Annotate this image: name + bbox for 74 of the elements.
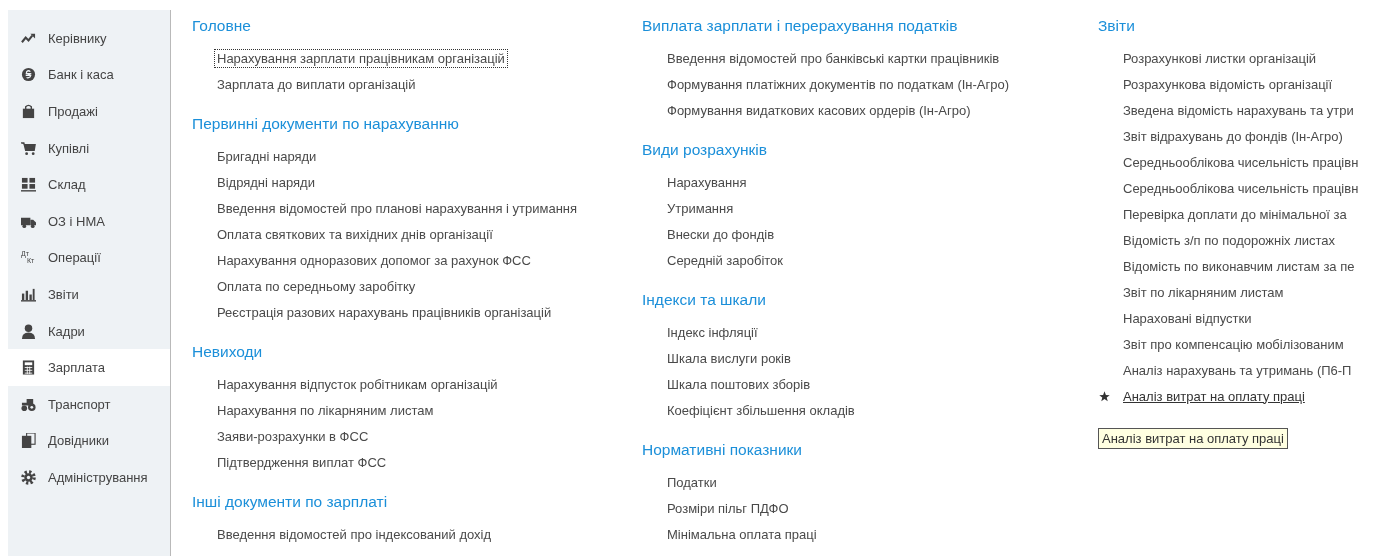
menu-link[interactable]: Звіт про компенсацію мобілізованим xyxy=(1120,334,1347,354)
menu-link[interactable]: Нарахування відпусток робітникам організацій xyxy=(214,374,501,394)
section-title: Інші документи по зарплаті xyxy=(192,492,389,512)
section-title: Індекси та шкали xyxy=(642,290,767,310)
menu-link[interactable]: Нарахування по лікарняним листам xyxy=(214,400,437,420)
menu-link[interactable]: Коефіцієнт збільшення окладів xyxy=(664,400,858,420)
menu-link[interactable]: Оплата по середньому заробітку xyxy=(214,276,419,296)
menu-link[interactable]: Середньооблікова чисельність працівн xyxy=(1120,178,1362,198)
menu-link[interactable]: Внески до фондів xyxy=(664,224,778,244)
sidebar-item[interactable]: Адміністрування xyxy=(8,459,170,496)
menu-link[interactable]: Введення відомостей про індексований дохід xyxy=(214,524,495,544)
section-title: Нормативні показники xyxy=(642,440,804,460)
menu-link[interactable]: Нарахування xyxy=(664,172,750,192)
menu-link[interactable]: Заяви-розрахунки в ФСС xyxy=(214,426,372,446)
calculator-icon xyxy=(21,360,36,376)
section-title: Невиходи xyxy=(192,342,264,362)
coin-icon xyxy=(21,67,36,83)
menu-link[interactable]: Шкала поштових зборів xyxy=(664,374,814,394)
section-title: Первинні документи по нарахуванню xyxy=(192,114,460,134)
menu-link[interactable]: Відомість по виконавчим листам за пе xyxy=(1120,256,1358,276)
sidebar-item[interactable]: Довідники xyxy=(8,422,170,460)
menu-link[interactable]: Зарплата до виплати організацій xyxy=(214,74,419,94)
menu-link[interactable]: Утримання xyxy=(664,198,737,218)
menu-link[interactable]: Нарахування одноразових допомог за рахунок ФСС xyxy=(214,250,534,270)
menu-link[interactable]: Розрахункова відомість організації xyxy=(1120,74,1336,94)
menu-link[interactable]: Нарахування зарплати працівникам організацій xyxy=(214,48,508,68)
menu-link[interactable]: Аналіз витрат на оплату праці xyxy=(1120,386,1308,406)
menu-link[interactable]: Звіт по лікарняним листам xyxy=(1120,282,1287,302)
menu-link[interactable]: Перевірка доплати до мінімальної за xyxy=(1120,204,1350,224)
sidebar-item[interactable]: Кадри xyxy=(8,312,170,350)
sidebar-item[interactable]: Керівнику xyxy=(8,20,170,57)
menu-link[interactable]: Аналіз нарахувань та утримань (П6-П xyxy=(1120,360,1355,380)
sidebar-item[interactable]: Банк і каса xyxy=(8,56,170,94)
sidebar-item[interactable]: Звіти xyxy=(8,276,170,313)
menu-link[interactable]: Шкала вислуги років xyxy=(664,348,794,368)
sidebar-item[interactable]: Склад xyxy=(8,166,170,203)
menu-link[interactable]: Мінімальна оплата праці xyxy=(664,524,820,544)
documents-icon xyxy=(21,433,36,449)
menu-link[interactable]: Податки xyxy=(664,472,720,492)
menu-link[interactable]: Відомість з/п по подорожніх листах xyxy=(1120,230,1339,250)
section-title: Головне xyxy=(192,16,252,36)
tractor-icon xyxy=(21,396,36,412)
tooltip: Аналіз витрат на оплату праці xyxy=(1098,428,1288,449)
menu-link[interactable]: Підтвердження виплат ФСС xyxy=(214,452,390,472)
menu-link[interactable]: Відрядні наряди xyxy=(214,172,318,192)
menu-link[interactable]: Середньооблікова чисельність працівн xyxy=(1120,152,1362,172)
menu-link[interactable]: Звіт відрахувань до фондів (Ін-Агро) xyxy=(1120,126,1346,146)
menu-link[interactable]: Формування платіжних документів по податкам (Ін-Агро) xyxy=(664,74,1013,94)
menu-link[interactable]: Розрахункові листки організацій xyxy=(1120,48,1320,68)
menu-link[interactable]: Реєстрація разових нарахувань працівників організацій xyxy=(214,302,555,322)
menu-link[interactable]: Середній заробіток xyxy=(664,250,787,270)
person-icon xyxy=(21,323,36,339)
sidebar-item[interactable]: Купівлі xyxy=(8,129,170,167)
sidebar-item[interactable]: Продажі xyxy=(8,93,170,130)
bar-chart-icon xyxy=(21,286,36,302)
menu-link[interactable]: Формування видаткових касових ордерів (Ін-Агро) xyxy=(664,100,974,120)
section-title: Виплата зарплати і перерахування податків xyxy=(642,16,959,36)
cart-icon xyxy=(21,140,36,156)
menu-link[interactable]: Введення відомостей про банківські картки працівників xyxy=(664,48,1003,68)
grid-icon xyxy=(21,177,36,193)
menu-link[interactable]: Бригадні наряди xyxy=(214,146,320,166)
section-title: Види розрахунків xyxy=(642,140,768,160)
menu-link[interactable]: Зведена відомість нарахувань та утри xyxy=(1120,100,1357,120)
menu-link[interactable]: Індекс інфляції xyxy=(664,322,761,342)
sidebar-item[interactable]: Транспорт xyxy=(8,385,170,423)
section-title: Звіти xyxy=(1098,16,1136,36)
sidebar-item[interactable]: Зарплата xyxy=(8,349,170,386)
sidebar-item[interactable]: ОЗ і НМА xyxy=(8,202,170,240)
bag-icon xyxy=(21,104,36,119)
gear-icon xyxy=(21,469,36,485)
menu-link[interactable]: Оплата святкових та вихідних днів організації xyxy=(214,224,496,244)
menu-link[interactable]: Введення відомостей про планові нарахування і утримання xyxy=(214,198,581,218)
menu-link[interactable]: Нараховані відпустки xyxy=(1120,308,1255,328)
menu-link[interactable]: Розміри пільг ПДФО xyxy=(664,498,792,518)
